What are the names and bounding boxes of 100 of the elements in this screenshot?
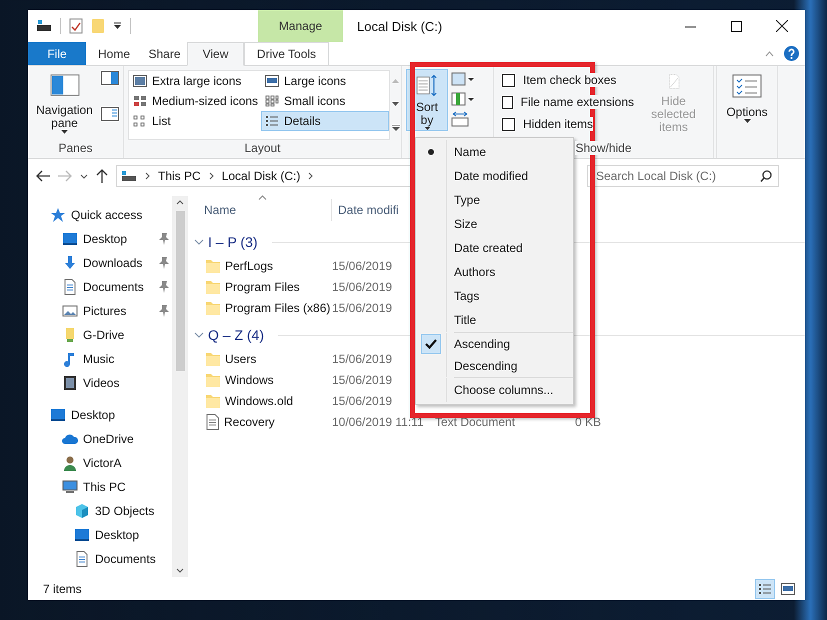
ribbon-tab[interactable]: Drive Tools xyxy=(244,42,329,65)
date-cell: 15/06/2019 xyxy=(332,258,392,272)
options-icon xyxy=(732,74,762,100)
search-field[interactable]: Search Local Disk (C:) xyxy=(587,165,779,187)
layout-option[interactable]: Small icons xyxy=(261,91,389,111)
caret-icon xyxy=(61,130,68,134)
folder-icon xyxy=(206,372,220,388)
scroll-up-icon[interactable] xyxy=(176,200,184,205)
chevron-down-icon[interactable] xyxy=(194,332,204,338)
menu-item[interactable]: Choose columns... xyxy=(416,378,573,402)
nav-item[interactable]: Videos xyxy=(28,371,172,395)
menu-item[interactable]: Date created xyxy=(416,236,573,260)
file-name[interactable]: PerfLogs xyxy=(225,258,274,272)
checkmark-document-icon[interactable] xyxy=(69,18,83,34)
chevron-right-icon xyxy=(308,172,314,180)
preview-pane-icon[interactable] xyxy=(101,71,119,85)
monitor-icon xyxy=(62,231,78,247)
menu-item[interactable]: Ascending xyxy=(416,333,573,355)
column-header[interactable]: Name xyxy=(204,203,236,217)
layout-option[interactable]: Large icons xyxy=(261,71,389,91)
drive-icon xyxy=(121,170,137,182)
file-name[interactable]: Program Files (x86) xyxy=(225,300,330,314)
date-cell: 15/06/2019 xyxy=(332,372,392,386)
grid-icon xyxy=(265,95,279,107)
menu-item[interactable]: Type xyxy=(416,188,573,212)
nav-item[interactable]: Downloads xyxy=(28,251,172,275)
person-icon xyxy=(62,455,78,471)
add-columns-icon[interactable] xyxy=(451,91,475,107)
menu-item[interactable]: Size xyxy=(416,212,573,236)
nav-item[interactable]: OneDrive xyxy=(28,427,172,451)
scroll-down-icon[interactable] xyxy=(392,102,399,106)
caret-icon xyxy=(744,119,750,123)
group-header[interactable]: Q – Z (4) xyxy=(208,327,264,343)
layout-option[interactable]: Details xyxy=(261,111,389,131)
details-icon xyxy=(265,115,279,127)
menu-item[interactable]: Authors xyxy=(416,260,573,284)
expand-icon[interactable] xyxy=(392,124,400,130)
nav-item[interactable]: Pictures xyxy=(28,299,172,323)
grid-icon xyxy=(133,95,147,107)
ribbon-tab[interactable]: File xyxy=(28,42,86,65)
checkbox-label: File name extensions xyxy=(520,95,634,109)
nav-item[interactable]: Desktop xyxy=(28,227,172,251)
breadcrumb[interactable]: This PC xyxy=(158,169,201,183)
monitor-icon xyxy=(74,527,90,543)
navigation-pane-button[interactable]: Navigation pane xyxy=(32,69,97,135)
collapse-ribbon-icon[interactable] xyxy=(765,50,774,56)
column-header[interactable]: Date modifi xyxy=(338,203,399,217)
scrollbar-thumb[interactable] xyxy=(176,211,184,371)
close-icon[interactable] xyxy=(776,20,788,32)
nav-item[interactable]: VictorA xyxy=(28,451,172,475)
recent-locations-icon[interactable] xyxy=(80,174,88,178)
group-label: Panes xyxy=(57,140,94,157)
folder-icon xyxy=(206,300,220,316)
customize-icon[interactable] xyxy=(113,22,122,30)
checkbox-label: Hidden items xyxy=(523,117,594,131)
help-icon[interactable] xyxy=(784,46,799,61)
details-pane-icon[interactable] xyxy=(101,107,119,121)
chevron-down-icon[interactable] xyxy=(194,239,204,245)
nav-item[interactable]: Desktop xyxy=(28,523,172,547)
group-by-icon[interactable] xyxy=(451,71,475,87)
list-icon xyxy=(133,115,147,127)
menu-item[interactable]: Title xyxy=(416,308,573,332)
nav-item[interactable]: Quick access xyxy=(28,203,172,227)
size-cell: 0 KB xyxy=(574,414,601,428)
menu-item[interactable]: Descending xyxy=(416,355,573,377)
file-name[interactable]: Program Files xyxy=(225,280,300,294)
date-cell: 15/06/2019 xyxy=(332,280,392,294)
date-cell: 15/06/2019 xyxy=(332,394,392,408)
menu-item[interactable]: Name xyxy=(416,140,573,164)
nav-item[interactable]: G-Drive xyxy=(28,323,172,347)
back-icon[interactable] xyxy=(36,170,50,182)
layout-option[interactable]: List xyxy=(129,111,261,131)
nav-item[interactable]: Documents xyxy=(28,547,172,571)
date-cell: 15/06/2019 xyxy=(332,352,392,366)
pin-icon xyxy=(159,281,169,293)
file-name[interactable]: Windows xyxy=(225,372,274,386)
file-name[interactable]: Users xyxy=(225,352,256,366)
up-icon[interactable] xyxy=(96,169,108,183)
monitor-icon xyxy=(50,407,66,423)
file-name[interactable]: Recovery xyxy=(224,414,275,428)
ribbon-tab[interactable]: View xyxy=(187,42,244,66)
nav-item[interactable]: This PC xyxy=(28,475,172,499)
layout-option[interactable]: Medium-sized icons xyxy=(129,91,261,111)
menu-item[interactable]: Tags xyxy=(416,284,573,308)
nav-item[interactable]: Documents xyxy=(28,275,172,299)
group-header[interactable]: I – P (3) xyxy=(208,234,258,250)
layout-option[interactable]: Extra large icons xyxy=(129,71,261,91)
pin-icon xyxy=(159,233,169,245)
file-name[interactable]: Windows.old xyxy=(225,394,294,408)
options-button[interactable]: Options xyxy=(721,69,773,135)
scroll-down-icon[interactable] xyxy=(176,568,184,573)
star-icon xyxy=(50,207,66,223)
pin-icon xyxy=(159,305,169,317)
details-view-button[interactable] xyxy=(755,578,775,598)
nav-item[interactable]: Desktop xyxy=(28,403,172,427)
breadcrumb[interactable]: Local Disk (C:) xyxy=(222,169,300,183)
item-count: 7 items xyxy=(43,582,82,596)
nav-item[interactable]: 3D Objects xyxy=(28,499,172,523)
nav-item[interactable]: Music xyxy=(28,347,172,371)
maximize-icon[interactable] xyxy=(730,20,742,32)
